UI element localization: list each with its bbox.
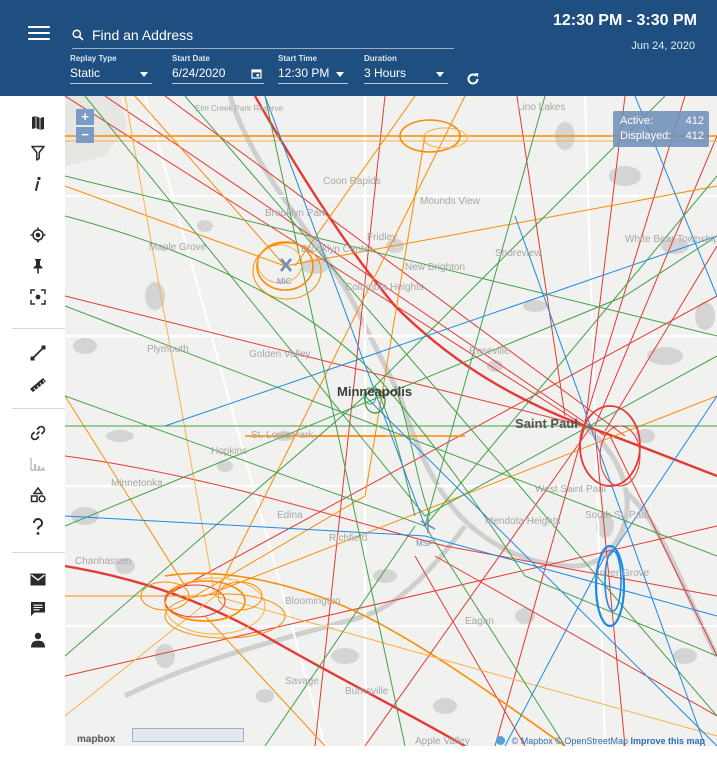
shapes-icon[interactable] [25, 482, 51, 508]
place-label: Plymouth [147, 344, 189, 355]
place-label: Brooklyn Center [301, 244, 373, 255]
calendar-icon[interactable] [251, 68, 262, 79]
place-label: Shoreview [495, 248, 542, 259]
start-time-select[interactable]: Start Time 12:30 PM [278, 54, 348, 84]
duration-label: Duration [364, 54, 397, 63]
displayed-count: 412 [685, 130, 704, 142]
duration-select[interactable]: Duration 3 Hours [364, 54, 448, 84]
place-label: Eagan [465, 616, 494, 627]
mapbox-logo[interactable]: mapbox [77, 734, 115, 745]
date-display: Jun 24, 2020 [631, 40, 695, 52]
sidebar-divider [12, 328, 65, 329]
place-label: White Bear Township [625, 234, 717, 245]
pin-icon[interactable] [25, 253, 51, 279]
map-canvas[interactable] [65, 96, 717, 746]
place-label: Apple Valley [415, 736, 470, 746]
chevron-down-icon [336, 72, 344, 77]
map-attribution: © Mapbox © OpenStreetMap Improve this ma… [496, 736, 705, 746]
displayed-label: Displayed: [620, 130, 672, 142]
place-label: Golden Valley [249, 349, 311, 360]
link-icon[interactable] [25, 420, 51, 446]
sidebar-divider [12, 408, 65, 409]
locate-icon[interactable] [25, 222, 51, 248]
place-label: Inver Grove [597, 568, 650, 579]
place-label: St. Louis Park [251, 430, 314, 441]
filter-icon[interactable] [25, 140, 51, 166]
zoom-out-button[interactable]: − [76, 127, 94, 143]
place-label: West Saint Paul [535, 484, 606, 495]
start-date-picker[interactable]: Start Date 6/24/2020 [172, 54, 264, 84]
sidebar-divider [12, 552, 65, 553]
help-icon[interactable] [25, 514, 51, 540]
ruler-icon[interactable] [25, 371, 51, 397]
place-label: Roseville [469, 346, 510, 357]
info-dot-icon[interactable] [496, 736, 506, 745]
map-scale-bar [132, 728, 244, 742]
place-label: Minnetonka [111, 478, 163, 489]
chart-icon[interactable] [25, 451, 51, 477]
osm-attribution-link[interactable]: © OpenStreetMap [555, 736, 628, 746]
active-label: Active: [620, 115, 654, 127]
airport-icon-msp [420, 516, 436, 533]
info-icon[interactable] [25, 171, 51, 197]
place-label: Elm Creek Park Reserve [195, 104, 284, 113]
place-label: Hopkins [211, 446, 248, 457]
city-label-saint-paul: Saint Paul [515, 416, 578, 431]
flight-tracks-map[interactable]: Elm Creek Park Reserve Lino Lakes Coon R… [65, 96, 717, 746]
improve-map-link[interactable]: Improve this map [630, 736, 705, 746]
place-label: Richfield [329, 533, 368, 544]
place-label: Columbia Heights [345, 282, 424, 293]
active-count: 412 [685, 115, 704, 127]
place-label: Brooklyn Park [265, 208, 328, 219]
start-time-label: Start Time [278, 54, 317, 63]
place-label: Coon Rapids [323, 176, 381, 187]
duration-value: 3 Hours [364, 66, 407, 80]
chevron-down-icon [436, 72, 444, 77]
user-icon[interactable] [25, 627, 51, 653]
place-label: New Brighton [405, 262, 466, 273]
place-label: Lino Lakes [517, 102, 566, 113]
place-label: South St. Paul [585, 510, 649, 521]
flight-counts-panel: Active: 412 Displayed: 412 [613, 111, 709, 147]
tool-sidebar [12, 96, 65, 746]
route-icon[interactable] [25, 340, 51, 366]
zoom-in-button[interactable]: + [76, 109, 94, 125]
menu-icon[interactable] [28, 26, 50, 42]
time-range-display: 12:30 PM - 3:30 PM [552, 12, 697, 29]
chevron-down-icon [140, 72, 148, 77]
replay-type-value: Static [70, 66, 101, 80]
place-label: Maple Grove [149, 242, 207, 253]
place-label: Edina [277, 510, 303, 521]
start-time-value: 12:30 PM [278, 66, 330, 80]
place-label: Chanhassen [75, 556, 132, 567]
mail-icon[interactable] [25, 566, 51, 592]
start-date-value: 6/24/2020 [172, 66, 226, 80]
zoom-controls: + − [76, 109, 94, 145]
place-label: Burnsville [345, 686, 389, 697]
search-icon [72, 29, 84, 41]
city-label-minneapolis: Minneapolis [337, 384, 413, 399]
place-label: Mendota Heights [485, 516, 561, 527]
place-label: Savage [285, 676, 319, 687]
replay-type-label: Replay Type [70, 54, 117, 63]
address-search[interactable] [72, 24, 454, 49]
airport-label-mic: MIC [277, 277, 292, 286]
focus-icon[interactable] [25, 284, 51, 310]
top-toolbar: Replay Type Static Start Date 6/24/2020 … [0, 0, 717, 96]
place-label: Fridley [367, 232, 398, 243]
place-label: Bloomington [285, 596, 341, 607]
mapbox-attribution-link[interactable]: © Mapbox [512, 736, 553, 746]
refresh-icon[interactable] [466, 72, 480, 86]
replay-type-select[interactable]: Replay Type Static [70, 54, 152, 84]
map-icon[interactable] [25, 110, 51, 136]
start-date-label: Start Date [172, 54, 210, 63]
search-input[interactable] [88, 24, 436, 46]
airport-label-msp: MSP [416, 539, 434, 548]
chat-icon[interactable] [25, 596, 51, 622]
place-label: Mounds View [420, 196, 480, 207]
